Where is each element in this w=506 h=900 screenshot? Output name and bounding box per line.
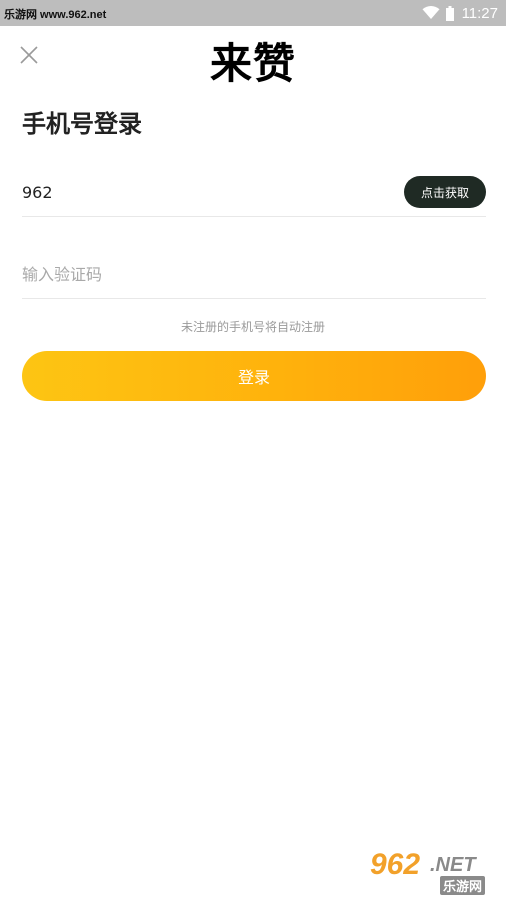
- status-site-text: 乐游网 www.962.net: [4, 9, 107, 21]
- get-code-button[interactable]: 点击获取: [404, 176, 486, 208]
- wifi-icon: [422, 6, 440, 19]
- site-watermark: 962 .NET 乐游网: [368, 848, 500, 895]
- status-right-group: 11:27: [422, 3, 498, 23]
- verification-code-input[interactable]: [22, 258, 482, 290]
- phone-input[interactable]: [22, 176, 382, 208]
- battery-icon: [445, 5, 454, 21]
- watermark-suffix: .NET: [430, 854, 476, 876]
- app-title: 来赞: [209, 39, 296, 88]
- page-title: 手机号登录: [22, 110, 142, 138]
- status-bar: 乐游网 www.962.net 11:27: [0, 0, 506, 26]
- phone-field-row: 点击获取: [22, 170, 486, 217]
- login-button[interactable]: 登录: [22, 351, 486, 401]
- watermark-number: 962: [370, 848, 421, 881]
- status-time: 11:27: [461, 4, 498, 22]
- auto-register-hint: 未注册的手机号将自动注册: [180, 320, 325, 334]
- code-field-row: [22, 252, 486, 299]
- watermark-subtitle: 乐游网: [440, 876, 486, 895]
